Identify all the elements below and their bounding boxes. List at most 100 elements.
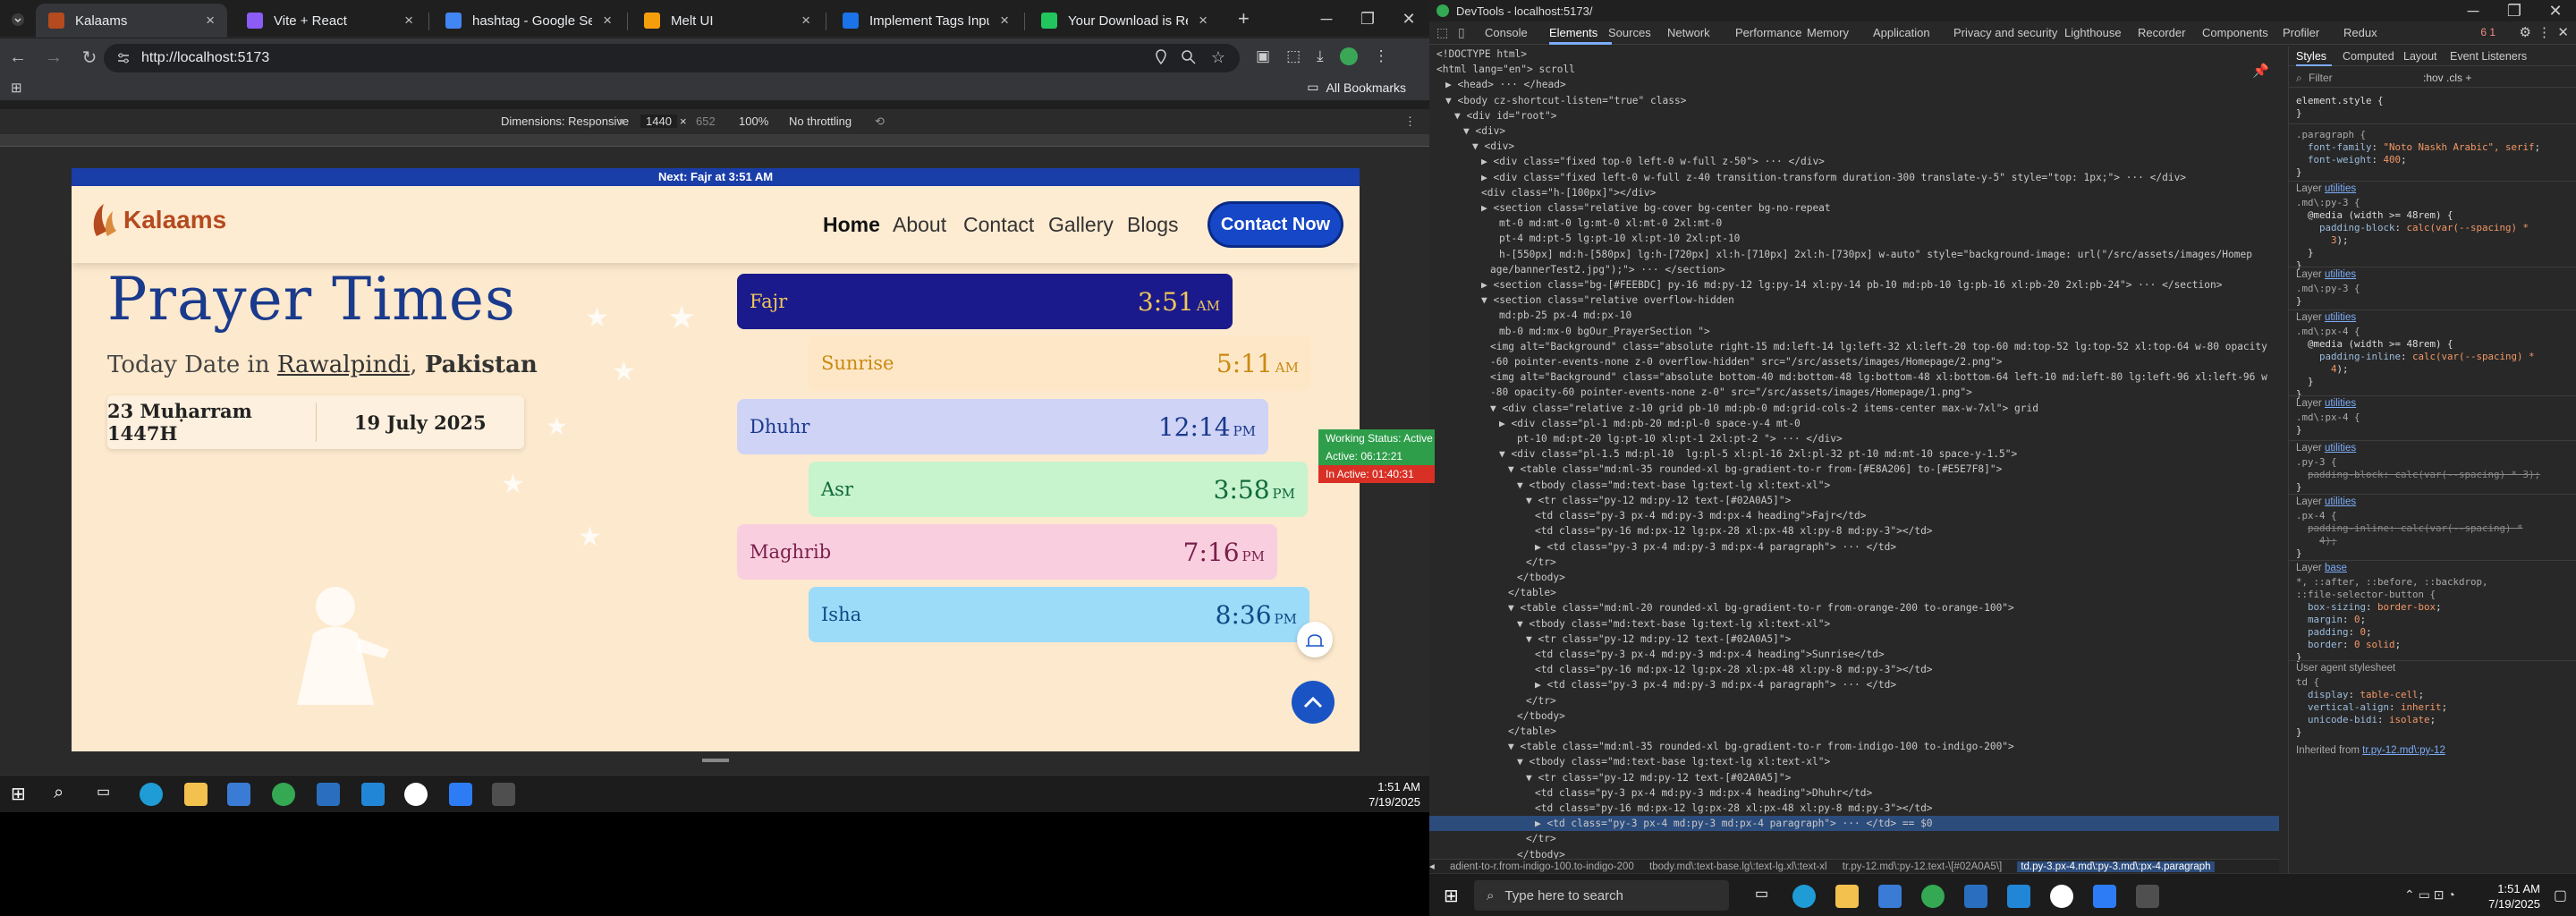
- dom-node-line[interactable]: ▼ <div id="root">: [1429, 108, 2279, 123]
- dom-node-line[interactable]: ▼ <section class="relative overflow-hidd…: [1429, 293, 2279, 308]
- tab-event-listeners[interactable]: Event Listeners: [2450, 50, 2527, 63]
- rotate-icon[interactable]: ⟲: [875, 114, 885, 129]
- edge-icon[interactable]: [1792, 885, 1816, 908]
- dom-node-line[interactable]: ▼ <div>: [1429, 123, 2279, 139]
- dom-node-line[interactable]: pt-4 md:pt-5 lg:pt-10 xl:pt-10 2xl:pt-10: [1429, 231, 2279, 246]
- zoom-dropdown[interactable]: 100%: [739, 114, 768, 128]
- breadcrumb-left-arrow[interactable]: ◂: [1429, 861, 1435, 872]
- breadcrumb-item-active[interactable]: td.py-3.px-4.md\:py-3.md\:px-4.paragraph: [2017, 861, 2215, 872]
- dom-node-line[interactable]: -60 pointer-events-none z-0 overflow-hid…: [1429, 354, 2279, 369]
- browser-tab[interactable]: Kalaams ×: [36, 4, 227, 38]
- style-rule[interactable]: .paragraph { font-family: "Noto Naskh Ar…: [2296, 129, 2570, 179]
- dom-node-line[interactable]: <td class="py-3 px-4 md:py-3 md:px-4 hea…: [1429, 647, 2279, 662]
- chrome-icon[interactable]: [1921, 885, 1945, 908]
- devtools-tab-redux[interactable]: Redux: [2343, 26, 2377, 39]
- tab-layout[interactable]: Layout: [2403, 50, 2437, 63]
- dom-node-line[interactable]: ▶ <td class="py-3 px-4 md:py-3 md:px-4 p…: [1429, 677, 2279, 692]
- app-icon[interactable]: [1964, 885, 1987, 908]
- elements-tree[interactable]: <!DOCTYPE html> <html lang="en"> scroll ▶ …: [1429, 47, 2279, 859]
- devtools-tab-lighthouse[interactable]: Lighthouse: [2064, 26, 2122, 39]
- close-tab-icon[interactable]: ×: [1000, 12, 1009, 30]
- dom-node-line[interactable]: ▼ <div>: [1429, 139, 2279, 154]
- devtools-tab-privacy-and-security[interactable]: Privacy and security: [1953, 26, 2057, 39]
- dom-node-line[interactable]: ▼ <tr class="py-12 md:py-12 text-[#02A0A…: [1429, 493, 2279, 508]
- dom-node-line[interactable]: <td class="py-16 md:px-12 lg:px-28 xl:px…: [1429, 801, 2279, 816]
- tab-search-button[interactable]: [2, 2, 34, 38]
- zoom-icon[interactable]: [1181, 49, 1197, 65]
- browser-tab[interactable]: Vite + React ×: [234, 4, 426, 38]
- style-rule[interactable]: element.style { }: [2296, 95, 2570, 120]
- browser-tab[interactable]: hashtag - Google Search ×: [433, 4, 624, 38]
- style-rule[interactable]: .md\:px-4 { @media (width >= 48rem) { pa…: [2296, 326, 2570, 401]
- dom-node-line[interactable]: </tbody>: [1429, 570, 2279, 585]
- dom-node-line[interactable]: ▼ <div class="relative z-10 grid pb-10 m…: [1429, 401, 2279, 416]
- dom-node-line[interactable]: </tr>: [1429, 831, 2279, 846]
- inspect-icon[interactable]: ⬚: [1436, 25, 1448, 40]
- dom-node-line[interactable]: <img alt="Background" class="absolute ri…: [1429, 339, 2279, 354]
- vscode-icon[interactable]: [2007, 885, 2030, 908]
- extensions-puzzle-icon[interactable]: ⬚: [1286, 47, 1301, 65]
- windows-start-icon[interactable]: ⊞: [11, 783, 26, 806]
- devtools-tab-elements[interactable]: Elements: [1549, 26, 1597, 39]
- dom-node-line[interactable]: </tr>: [1429, 693, 2279, 708]
- download-icon[interactable]: ⤓: [1317, 47, 1324, 65]
- dom-node-line[interactable]: <img alt="Background" class="absolute bo…: [1429, 369, 2279, 385]
- dom-node-line[interactable]: <td class="py-16 md:px-12 lg:px-28 xl:px…: [1429, 523, 2279, 539]
- dimensions-dropdown[interactable]: Dimensions: Responsive: [501, 114, 629, 128]
- style-rule[interactable]: .md\:py-3 { }: [2296, 283, 2570, 308]
- dom-node-line[interactable]: </tbody>: [1429, 847, 2279, 859]
- dom-node-line[interactable]: ▼ <tr class="py-12 md:py-12 text-[#02A0A…: [1429, 770, 2279, 785]
- dom-node-line[interactable]: <td class="py-3 px-4 md:py-3 md:px-4 hea…: [1429, 785, 2279, 801]
- city-link[interactable]: Rawalpindi: [277, 352, 410, 378]
- browser-tab[interactable]: Melt UI ×: [631, 4, 823, 38]
- taskbar-search-input[interactable]: ⌕ Type here to search: [1474, 880, 1729, 911]
- style-rule[interactable]: .md\:px-4 { }: [2296, 411, 2570, 437]
- close-tab-icon[interactable]: ×: [801, 12, 810, 30]
- nav-home[interactable]: Home: [823, 213, 880, 237]
- dom-node-line[interactable]: <div class="h-[100px]"></div>: [1429, 185, 2279, 200]
- minimize-button[interactable]: ─: [1306, 0, 1347, 38]
- dom-node-line[interactable]: ▶ <div class="fixed top-0 left-0 w-full …: [1429, 154, 2279, 169]
- breadcrumb-item[interactable]: tr.py-12.md\:py-12.text-\[#02A0A5\]: [1843, 861, 2002, 872]
- dom-node-line[interactable]: ▼ <tbody class="md:text-base lg:text-lg …: [1429, 478, 2279, 493]
- dom-node-line[interactable]: mb-0 md:mx-0 bgOur_PrayerSection ">: [1429, 324, 2279, 339]
- dom-node-line[interactable]: <!DOCTYPE html>: [1429, 47, 2279, 62]
- error-badge[interactable]: 6 1: [2480, 26, 2496, 38]
- tab-computed[interactable]: Computed: [2343, 50, 2394, 63]
- devtools-tab-recorder[interactable]: Recorder: [2138, 26, 2185, 39]
- dom-node-line[interactable]: -80 opacity-60 pointer-events-none z-0" …: [1429, 385, 2279, 400]
- settings-gear-icon[interactable]: ⚙: [2520, 24, 2531, 40]
- pin-icon[interactable]: 📌: [2252, 63, 2269, 79]
- address-bar[interactable]: http://localhost:5173 ☆: [104, 44, 1240, 72]
- viewport-height-handle[interactable]: [702, 759, 729, 762]
- devtools-tab-console[interactable]: Console: [1485, 26, 1528, 39]
- dom-node-line[interactable]: ▶ <head> ··· </head>: [1429, 77, 2279, 92]
- app-icon[interactable]: [2050, 885, 2073, 908]
- style-rule[interactable]: .md\:py-3 { @media (width >= 48rem) { pa…: [2296, 197, 2570, 272]
- edge-icon[interactable]: [140, 783, 163, 806]
- dom-node-line[interactable]: pt-10 md:pt-20 lg:pt-10 xl:pt-1 2xl:pt-2…: [1429, 431, 2279, 446]
- windows-start-icon[interactable]: ⊞: [1444, 885, 1459, 907]
- dom-node-line[interactable]: ▶ <section class="bg-[#FEEBDC] py-16 md:…: [1429, 277, 2279, 293]
- site-logo[interactable]: Kalaams: [89, 202, 226, 238]
- nav-contact[interactable]: Contact: [963, 213, 1034, 237]
- close-tab-icon[interactable]: ×: [603, 12, 612, 30]
- dom-node-line[interactable]: age/bannerTest2.jpg");"> ··· </section>: [1429, 262, 2279, 277]
- style-rule[interactable]: td { display: table-cell; vertical-align…: [2296, 676, 2570, 739]
- dom-node-line[interactable]: ▼ <body cz-shortcut-listen="true" class>: [1429, 93, 2279, 108]
- file-explorer-icon[interactable]: [1835, 885, 1859, 908]
- search-icon[interactable]: ⌕: [54, 783, 64, 806]
- device-toggle-icon[interactable]: ▯: [1458, 25, 1465, 40]
- dom-node-line[interactable]: <td class="py-16 md:px-12 lg:px-28 xl:px…: [1429, 662, 2279, 677]
- dom-node-line[interactable]: </tbody>: [1429, 708, 2279, 724]
- mosque-button[interactable]: [1297, 622, 1333, 657]
- more-icon[interactable]: ⋮: [2538, 24, 2551, 40]
- nav-gallery[interactable]: Gallery: [1048, 213, 1114, 237]
- tab-styles[interactable]: Styles: [2296, 50, 2326, 63]
- dom-node-line[interactable]: ▶ <div class="fixed left-0 w-full z-40 t…: [1429, 170, 2279, 185]
- dom-node-line[interactable]: ▼ <table class="md:ml-35 rounded-xl bg-g…: [1429, 462, 2279, 477]
- close-tab-icon[interactable]: ×: [404, 12, 413, 30]
- taskbar-clock[interactable]: 1:51 AM 7/19/2025: [1368, 779, 1420, 810]
- devtools-tab-memory[interactable]: Memory: [1807, 26, 1849, 39]
- forward-button[interactable]: →: [36, 39, 72, 75]
